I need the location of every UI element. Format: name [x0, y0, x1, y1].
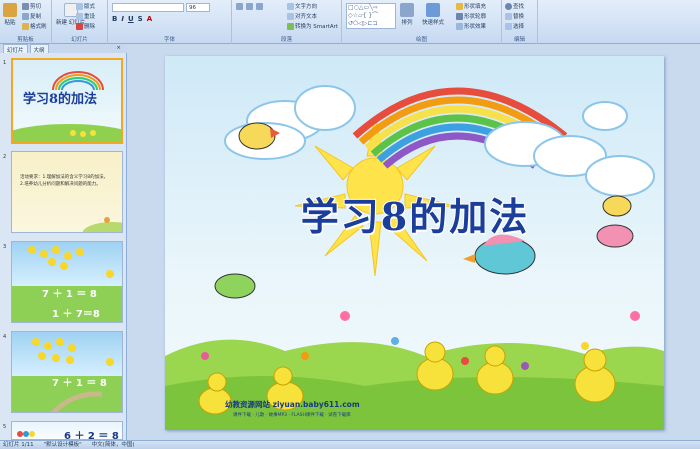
slide-number: 4: [3, 334, 7, 340]
slide-thumbnail-2[interactable]: 活动要求：1.理解加法的含义学习8的加法，2.培养幼儿分析问题和解决问题的能力。: [11, 151, 123, 233]
editing-group: 查找 替换 选择 编辑: [502, 0, 538, 44]
replace-button[interactable]: 替换: [505, 12, 524, 20]
status-bar: 幻灯片 1/11 "默认设计模板" 中文(简体，中国): [0, 440, 700, 449]
slide-title: 学习8的加法: [300, 193, 530, 240]
underline-button[interactable]: U: [128, 15, 134, 23]
slide-credit-sub: 课件下载 · 儿歌 · 故事MP3 · FLASH课件下载 · 试卷下载库: [233, 413, 351, 418]
font-format-buttons: BIUSA: [112, 15, 152, 23]
shapes-gallery[interactable]: □○△▭╲⇨ ◇☆▱{ }⌒ ↺⬠◁▷⊏⊐: [346, 3, 396, 29]
slide-thumbnail-4[interactable]: 7 ＋ 1 ＝ 8: [11, 331, 123, 413]
slides-group: 新建 幻灯片 版式 重设 删除 幻灯片: [52, 0, 108, 44]
reset-icon: [76, 12, 83, 20]
thumb-3-equation-1: 7 ＋ 1 ＝ 8: [42, 289, 97, 300]
layout-button[interactable]: 版式: [76, 2, 95, 10]
paste-button[interactable]: 粘贴: [3, 3, 17, 26]
language-status: 中文(简体，中国): [91, 442, 135, 448]
shape-outline-button[interactable]: 形状轮廓: [456, 12, 486, 20]
clipboard-group: 粘贴 剪切 复制 格式刷 剪贴板: [0, 0, 52, 44]
editing-label: 编辑: [513, 37, 525, 43]
fill-icon: [456, 2, 463, 10]
tab-outline[interactable]: 大纲: [29, 44, 49, 54]
shape-fill-button[interactable]: 形状填充: [456, 2, 486, 10]
slide-editor: 学习8的加法 幼教资源网站 ziyuan.baby611.com 课件下载 · …: [128, 44, 700, 440]
thumb-5-equation: 6 ＋ 2 ＝ 8: [64, 431, 119, 440]
effects-icon: [456, 22, 463, 30]
slide-number: 3: [3, 244, 7, 250]
reset-button[interactable]: 重设: [76, 12, 95, 20]
bullets-icon[interactable]: [236, 3, 243, 10]
quick-styles-button[interactable]: 快速样式: [422, 3, 444, 26]
align-text-icon: [287, 12, 294, 20]
format-painter-button[interactable]: 格式刷: [22, 22, 47, 30]
slide-thumbnail-5[interactable]: 6 ＋ 2 ＝ 8: [11, 421, 123, 440]
panel-tabs: 幻灯片 大纲 ×: [0, 44, 127, 54]
slide-thumbnail-3[interactable]: 7 ＋ 1 ＝ 8 1 ＋ 7＝8: [11, 241, 123, 323]
paragraph-label: 段落: [280, 37, 292, 43]
smartart-button[interactable]: 转换为 SmartArt: [287, 22, 338, 30]
copy-button[interactable]: 复制: [22, 12, 41, 20]
delete-slide-button[interactable]: 删除: [76, 22, 95, 30]
select-icon: [505, 22, 512, 30]
text-direction-icon: [287, 2, 294, 10]
find-icon: [505, 2, 512, 10]
italic-button[interactable]: I: [121, 15, 124, 23]
list-buttons: [236, 3, 263, 10]
paragraph-group: 文字方向 对齐文本 转换为 SmartArt 段落: [232, 0, 342, 44]
smartart-icon: [287, 22, 294, 30]
ribbon: 粘贴 剪切 复制 格式刷 剪贴板 新建 幻灯片 版式 重设 删除 幻灯片 96 …: [0, 0, 700, 44]
slide-thumbnail-panel: 幻灯片 大纲 × 1 学习8的加法 2 活动要求：1.理解加法的含义学习8的加法…: [0, 44, 127, 440]
close-icon[interactable]: ×: [113, 44, 124, 53]
arrange-button[interactable]: 排列: [400, 3, 414, 26]
find-button[interactable]: 查找: [505, 2, 524, 10]
layout-icon: [76, 2, 83, 10]
paste-icon: [3, 3, 17, 17]
cut-button[interactable]: 剪切: [22, 2, 41, 10]
font-size-field[interactable]: 96: [186, 3, 210, 12]
font-color-button[interactable]: A: [147, 15, 152, 23]
drawing-label: 绘图: [415, 37, 427, 43]
slide-number: 5: [3, 424, 7, 430]
slides-label: 幻灯片: [71, 37, 88, 43]
slide-thumbnail-1[interactable]: 学习8的加法: [11, 58, 123, 144]
shape-effects-button[interactable]: 形状效果: [456, 22, 486, 30]
arrange-icon: [400, 3, 414, 17]
font-group: 96 BIUSA 字体: [108, 0, 232, 44]
quick-styles-icon: [426, 3, 440, 17]
slide-credit: 幼教资源网站 ziyuan.baby611.com: [225, 400, 360, 409]
thumb-4-equation: 7 ＋ 1 ＝ 8: [52, 378, 107, 389]
select-button[interactable]: 选择: [505, 22, 524, 30]
indent-icon[interactable]: [256, 3, 263, 10]
slide-artwork: [165, 85, 664, 430]
thumb-3-equation-2: 1 ＋ 7＝8: [52, 309, 100, 320]
slide-number: 1: [3, 60, 7, 66]
current-slide[interactable]: 学习8的加法 幼教资源网站 ziyuan.baby611.com 课件下载 · …: [165, 56, 664, 430]
delete-icon: [76, 22, 83, 30]
thumb-4-ducks: [32, 338, 114, 412]
slide-number: 2: [3, 154, 7, 160]
strikethrough-button[interactable]: S: [138, 15, 143, 23]
bold-button[interactable]: B: [112, 15, 117, 23]
thumb-1-title: 学习8的加法: [23, 92, 98, 107]
font-name-field[interactable]: [112, 3, 184, 12]
outline-icon: [456, 12, 463, 20]
text-direction-button[interactable]: 文字方向: [287, 2, 317, 10]
theme-name: "默认设计模板": [43, 442, 82, 448]
thumb-2-art: [82, 217, 122, 232]
align-text-button[interactable]: 对齐文本: [287, 12, 317, 20]
slide-info: 幻灯片 1/11: [3, 442, 34, 448]
numbering-icon[interactable]: [246, 3, 253, 10]
brush-icon: [22, 22, 29, 30]
tab-slides[interactable]: 幻灯片: [3, 44, 28, 54]
replace-icon: [505, 12, 512, 20]
scissors-icon: [22, 2, 29, 10]
copy-icon: [22, 12, 29, 20]
font-label: 字体: [163, 37, 175, 43]
drawing-group: □○△▭╲⇨ ◇☆▱{ }⌒ ↺⬠◁▷⊏⊐ 排列 快速样式 形状填充 形状轮廓 形状…: [342, 0, 502, 44]
clipboard-label: 剪贴板: [17, 37, 34, 43]
